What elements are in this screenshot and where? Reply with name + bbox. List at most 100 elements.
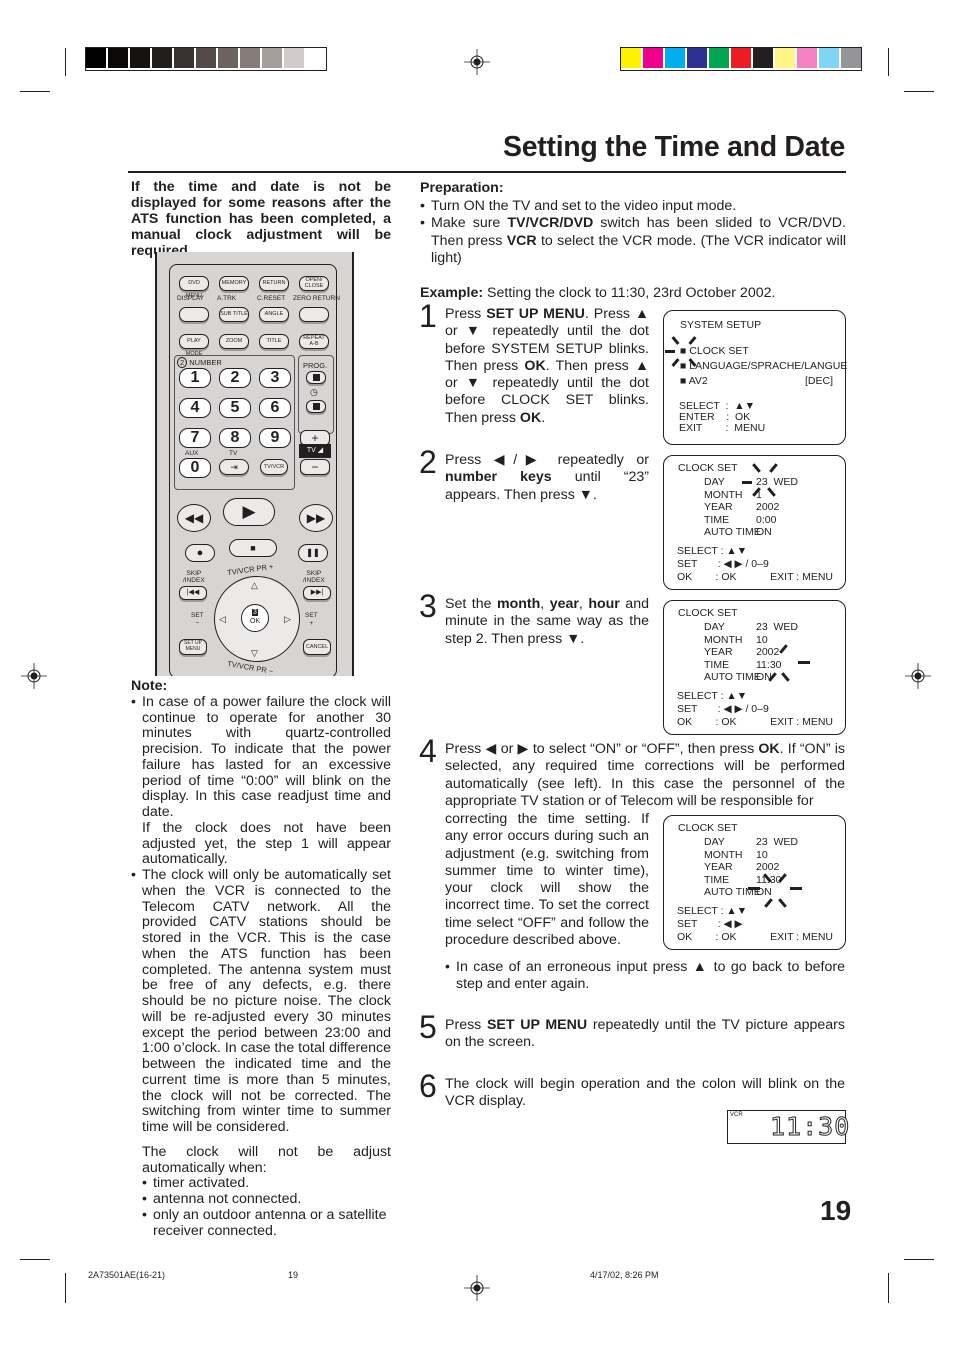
blink-indicator (748, 887, 760, 890)
number-key-7[interactable]: 7 (179, 428, 211, 448)
step-number-5: 5 (419, 1009, 437, 1045)
skip-back-button[interactable]: |◀◀ (179, 586, 207, 600)
color-swatch (240, 48, 262, 68)
note-bullet: • In case of a power failure the clock wi… (131, 693, 391, 868)
remote-button-play-mode[interactable]: PLAY MODE (179, 334, 209, 357)
blink-indicator (790, 887, 802, 890)
play-button[interactable]: ▶ (223, 498, 275, 526)
osd-field-value: 2002 (756, 861, 780, 874)
color-swatch (284, 48, 306, 68)
registration-mark-icon (21, 663, 47, 689)
blink-indicator (781, 672, 790, 682)
number-key-1[interactable]: 1 (179, 368, 211, 388)
nav-down-arrow[interactable]: ▽ (251, 648, 258, 659)
grayscale-calibration-bar (85, 47, 327, 71)
osd-field-value: 11:30 (756, 658, 782, 671)
record-button[interactable]: ● (185, 544, 215, 562)
blink-indicator (671, 336, 680, 345)
tv-input-label: TV (229, 450, 238, 457)
ok-button[interactable]: 3 OK (241, 604, 269, 632)
pause-button[interactable]: ❚❚ (298, 544, 328, 562)
rewind-button[interactable]: ◀◀ (177, 504, 211, 532)
remote-button-blank[interactable] (179, 307, 209, 322)
remote-button-memory[interactable]: MEMORY (219, 276, 249, 291)
osd-set-hint: SET : ◀ ▶ / 0–9 (677, 558, 769, 570)
remote-button-angle[interactable]: ANGLE (259, 307, 289, 322)
page-title: Setting the Time and Date (503, 131, 845, 163)
tvvcr-button[interactable]: TV/VCR (260, 459, 288, 475)
color-swatch (108, 48, 130, 68)
blink-indicator (752, 463, 761, 473)
preparation-heading: Preparation: (420, 180, 504, 196)
input-select-button[interactable]: ⇥ (219, 459, 249, 475)
registration-mark-icon (464, 1275, 490, 1301)
crop-mark (888, 1273, 889, 1303)
preparation-bullet: • Make sure TV/VCR/DVD switch has been sl… (420, 215, 847, 266)
nav-up-arrow[interactable]: △ (251, 580, 258, 591)
remote-button-return[interactable]: RETURN (259, 276, 289, 291)
number-key-5[interactable]: 5 (219, 398, 251, 418)
osd-field-label: DAY (704, 476, 725, 488)
set-up-menu-button[interactable]: SET UP MENU (179, 639, 207, 655)
prog-up-button[interactable] (306, 371, 326, 384)
osd-system-setup-screen: SYSTEM SETUP ■ CLOCK SET ■ LANGUAGE/SPRA… (663, 310, 847, 445)
osd-field-value: 0:00 (756, 513, 777, 526)
tv-volume-down-button[interactable]: − (300, 459, 330, 475)
number-key-6[interactable]: 6 (259, 398, 291, 418)
intro-text: If the time and date is not be displayed… (131, 179, 391, 259)
prog-down-button[interactable] (306, 400, 326, 413)
number-key-0[interactable]: 0 (179, 458, 211, 478)
step-number-6: 6 (419, 1068, 437, 1104)
number-key-2[interactable]: 2 (219, 368, 251, 388)
example-line: Example: Setting the clock to 11:30, 23r… (420, 284, 776, 301)
color-swatch (196, 48, 218, 68)
set-minus-label: SET − (191, 612, 204, 627)
osd-exit-hint: EXIT : MENU (770, 931, 833, 943)
remote-button-repeat-a-b[interactable]: REPEAT A-B (299, 334, 329, 349)
crop-mark (20, 1259, 50, 1260)
nav-left-arrow[interactable]: ◁ (219, 614, 226, 625)
note-list-item: • antenna not connected. (142, 1191, 302, 1207)
osd-title: CLOCK SET (678, 607, 738, 619)
registration-mark-icon (905, 663, 931, 689)
number-key-9[interactable]: 9 (259, 428, 291, 448)
number-key-8[interactable]: 8 (219, 428, 251, 448)
remote-button-sub-title[interactable]: SUB TITLE (219, 307, 249, 322)
number-key-4[interactable]: 4 (179, 398, 211, 418)
blink-indicator (671, 358, 680, 367)
osd-ok-hint: OK : OK (677, 931, 737, 943)
color-swatch (621, 48, 643, 68)
osd-ok-hint: OK : OK (677, 571, 737, 583)
note-list-item: • only an outdoor antenna or a satellite … (142, 1206, 387, 1239)
remote-button-zoom[interactable]: ZOOM (219, 334, 249, 349)
remote-button-title[interactable]: TITLE (259, 334, 289, 349)
blink-indicator (798, 661, 810, 664)
step-number-1: 1 (419, 298, 437, 334)
osd-field-label: TIME (704, 658, 730, 671)
title-divider (128, 171, 846, 173)
blink-indicator (767, 487, 776, 497)
step-4-continued-text: correcting the time setting. If any erro… (445, 811, 649, 949)
remote-button-blank[interactable] (299, 307, 329, 322)
color-swatch (665, 48, 687, 68)
osd-field-value: 2002 (756, 646, 780, 659)
remote-label: A.TRK (217, 295, 237, 302)
remote-button-open-close[interactable]: OPEN/ CLOSE (299, 276, 329, 291)
note-bullet: • The clock will only be automatically se… (131, 867, 391, 1135)
number-key-3[interactable]: 3 (259, 368, 291, 388)
nav-right-arrow[interactable]: ▷ (284, 614, 291, 625)
osd-field-label: AUTO TIME (704, 526, 761, 539)
crop-mark (904, 1259, 934, 1260)
osd-field-value: 23 WED (756, 836, 799, 848)
stop-button[interactable]: ■ (229, 539, 277, 557)
skip-forward-button[interactable]: ▶▶| (303, 586, 331, 600)
remote-button-dvd-menu[interactable]: DVD MENU (179, 276, 209, 299)
color-swatch (709, 48, 731, 68)
cancel-button[interactable]: CANCEL (303, 639, 331, 655)
blink-indicator (688, 336, 697, 345)
osd-field-value: 23 WED (756, 476, 799, 488)
osd-field-label: YEAR (704, 646, 733, 659)
fast-forward-button[interactable]: ▶▶ (299, 504, 333, 532)
color-swatch (86, 48, 108, 68)
timer-clock-icon: ◷ (310, 387, 318, 397)
